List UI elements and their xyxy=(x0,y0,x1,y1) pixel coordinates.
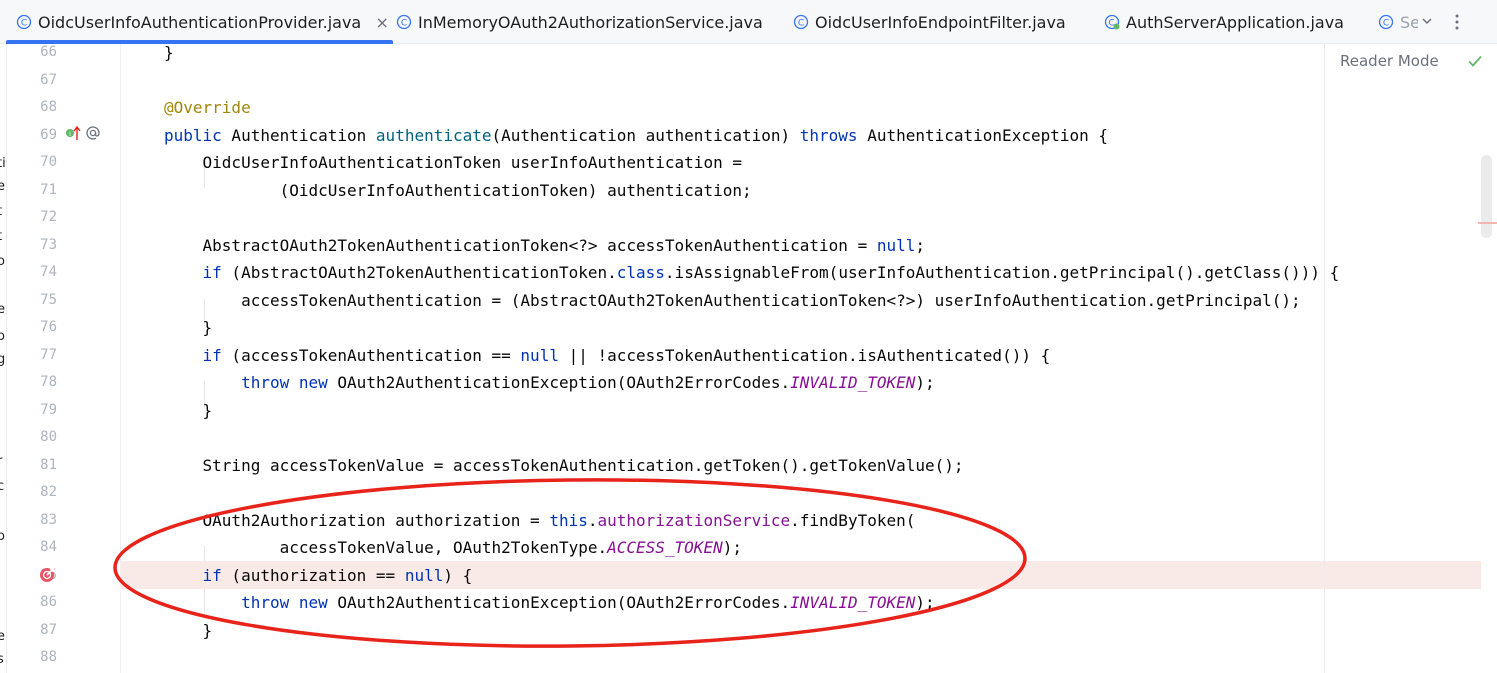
line-number: 66 xyxy=(40,44,57,60)
class-icon: C xyxy=(793,14,809,30)
line-number: 77 xyxy=(40,346,57,363)
line-number: 70 xyxy=(40,154,57,170)
code-line[interactable]: throw new OAuth2AuthenticationException(… xyxy=(164,589,935,617)
class-icon: C xyxy=(396,14,412,30)
code-line[interactable]: public Authentication authenticate(Authe… xyxy=(164,122,1108,150)
close-icon[interactable]: × xyxy=(375,13,389,32)
ide-window: C OidcUserInfoAuthenticationProvider.jav… xyxy=(0,0,1497,673)
code-line[interactable]: OAuth2Authorization authorization = this… xyxy=(164,507,916,535)
line-number: 81 xyxy=(40,456,57,473)
class-icon: C xyxy=(1378,14,1394,30)
at-sign-icon[interactable] xyxy=(84,123,102,143)
svg-text:C: C xyxy=(1383,19,1389,29)
code-line[interactable]: if (AbstractOAuth2TokenAuthenticationTok… xyxy=(164,259,1340,287)
tab-truncated[interactable]: C Se xyxy=(1378,0,1418,44)
svg-text:C: C xyxy=(21,19,27,29)
chevron-down-icon xyxy=(1420,13,1434,32)
line-number: 71 xyxy=(40,181,57,198)
line-number: 82 xyxy=(40,484,57,500)
line-number: 73 xyxy=(40,236,57,253)
code-line[interactable]: if (authorization == null) { xyxy=(164,562,473,590)
breakpoint-icon[interactable] xyxy=(37,562,57,588)
svg-text:C: C xyxy=(401,19,407,29)
code-line[interactable]: } xyxy=(164,39,174,67)
tab-label: OidcUserInfoEndpointFilter.java xyxy=(815,12,1066,32)
editor-tab-bar: C OidcUserInfoAuthenticationProvider.jav… xyxy=(0,0,1497,44)
tab-label: OidcUserInfoAuthenticationProvider.java xyxy=(38,12,362,32)
svg-text:I: I xyxy=(69,131,71,138)
tab-auth-server-application[interactable]: C AuthServerApplication.java xyxy=(1104,0,1344,44)
tab-label: AuthServerApplication.java xyxy=(1126,12,1344,32)
line-number: 80 xyxy=(40,429,57,445)
line-number: 76 xyxy=(40,319,57,335)
code-line[interactable]: } xyxy=(164,617,213,645)
code-line[interactable]: OidcUserInfoAuthenticationToken userInfo… xyxy=(164,149,742,177)
line-number: 84 xyxy=(40,539,57,555)
line-number: 79 xyxy=(40,401,57,418)
project-panel-edge: ti e t t o e o g r c o e s xyxy=(0,44,7,673)
line-number: 72 xyxy=(40,209,57,225)
line-number: 69 xyxy=(40,126,57,143)
line-number: 86 xyxy=(40,594,57,610)
code-line[interactable]: if (accessTokenAuthentication == null ||… xyxy=(164,342,1051,370)
line-number: 78 xyxy=(40,374,57,390)
code-line[interactable]: accessTokenAuthentication = (AbstractOAu… xyxy=(164,287,1301,315)
svg-text:C: C xyxy=(798,19,804,29)
code-editor[interactable]: } @Override public Authentication authenti… xyxy=(121,43,1497,673)
line-number: 83 xyxy=(40,511,57,528)
line-number: 75 xyxy=(40,291,57,308)
code-line[interactable]: String accessTokenValue = accessTokenAut… xyxy=(164,452,964,480)
tab-oidc-userinfo-authentication-provider[interactable]: C OidcUserInfoAuthenticationProvider.jav… xyxy=(6,0,394,44)
code-line[interactable]: throw new OAuth2AuthenticationException(… xyxy=(164,369,935,397)
editor-gutter[interactable]: 6667686970717273747576777879808182838485… xyxy=(7,44,120,673)
class-icon: C xyxy=(16,14,32,30)
line-number: 87 xyxy=(40,621,57,638)
tab-in-memory-oauth2-authorization-service[interactable]: C InMemoryOAuth2AuthorizationService.jav… xyxy=(396,0,763,44)
spring-class-icon: C xyxy=(1104,14,1120,30)
more-vertical-icon[interactable] xyxy=(1454,0,1460,44)
line-number: 88 xyxy=(40,649,57,665)
code-line[interactable]: } xyxy=(164,397,213,425)
line-number: 68 xyxy=(40,99,57,115)
tab-oidc-userinfo-endpoint-filter[interactable]: C OidcUserInfoEndpointFilter.java xyxy=(793,0,1066,44)
tab-overflow-button[interactable] xyxy=(1420,0,1434,44)
line-number: 67 xyxy=(40,71,57,88)
tab-label: InMemoryOAuth2AuthorizationService.java xyxy=(418,12,763,32)
code-line[interactable]: @Override xyxy=(164,94,251,122)
scrollbar-error-marker xyxy=(1478,222,1497,224)
code-line[interactable]: accessTokenValue, OAuth2TokenType.ACCESS… xyxy=(164,534,742,562)
code-line[interactable]: AbstractOAuth2TokenAuthenticationToken<?… xyxy=(164,232,925,260)
implement-icon[interactable]: I xyxy=(65,123,81,143)
code-line[interactable]: } xyxy=(164,314,213,342)
code-line[interactable]: (OidcUserInfoAuthenticationToken) authen… xyxy=(164,177,752,205)
tab-label: Se xyxy=(1400,12,1418,32)
vertical-scrollbar-thumb[interactable] xyxy=(1481,155,1492,238)
line-number: 74 xyxy=(40,264,57,280)
right-margin-guide xyxy=(1324,44,1325,673)
check-icon[interactable] xyxy=(1466,52,1484,70)
reader-mode-button[interactable]: Reader Mode xyxy=(1340,52,1439,70)
